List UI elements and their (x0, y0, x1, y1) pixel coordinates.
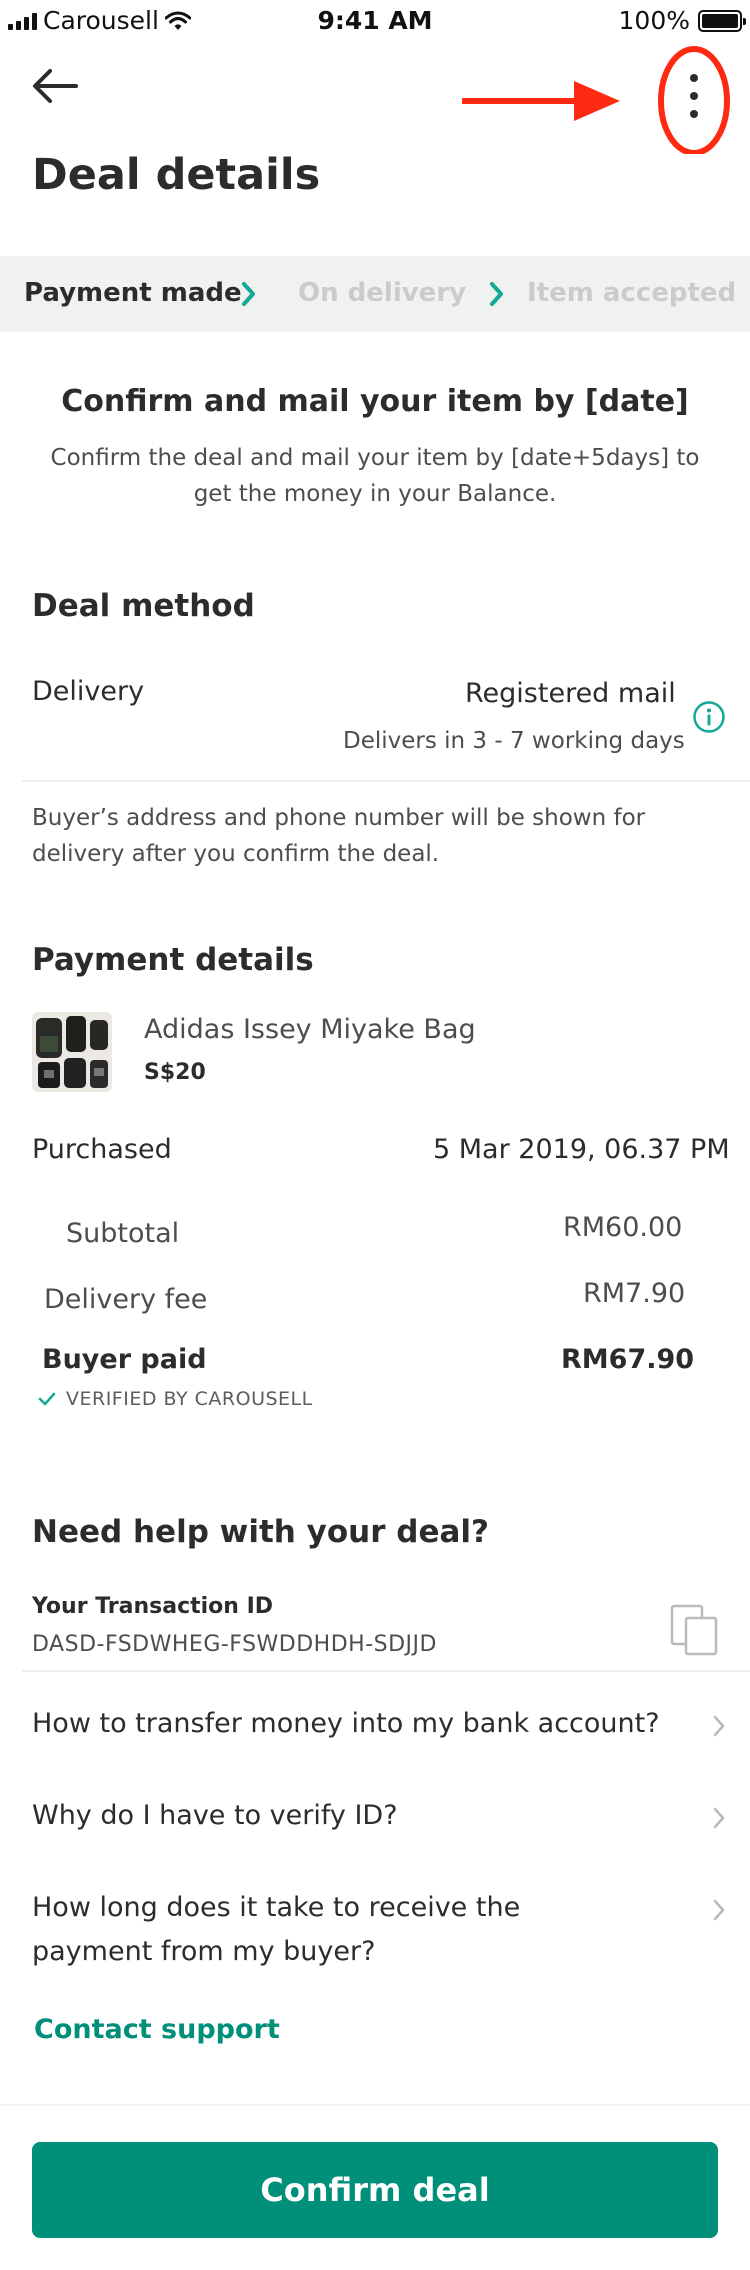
item-price: S$20 (144, 1060, 206, 1085)
subtotal-value: RM60.00 (563, 1212, 683, 1243)
step-item-accepted: Item accepted (527, 278, 737, 308)
contact-support-link[interactable]: Contact support (34, 2014, 280, 2045)
annotation-arrow (462, 81, 620, 121)
delivery-label: Delivery (32, 676, 145, 707)
delivery-method-value: Registered mail (465, 678, 676, 709)
help-title: Need help with your deal? (32, 1514, 490, 1550)
buyer-paid-label: Buyer paid (42, 1344, 207, 1375)
verified-text: VERIFIED BY CAROUSELL (66, 1388, 313, 1410)
bag-image (32, 1012, 112, 1092)
chevron-right-icon (713, 1807, 725, 1829)
divider (22, 1670, 750, 1672)
verified-badge: VERIFIED BY CAROUSELL (38, 1388, 313, 1410)
battery-percent: 100% (618, 6, 690, 35)
back-arrow-icon[interactable] (30, 66, 80, 106)
address-disclaimer: Buyer’s address and phone number will be… (32, 805, 646, 867)
faq-item-payment-time[interactable]: How long does it take to receive the pay… (32, 1886, 592, 1974)
more-options-button[interactable] (652, 44, 732, 156)
deal-method-title: Deal method (32, 588, 255, 624)
copy-icon[interactable] (670, 1604, 718, 1656)
delivery-fee-label: Delivery fee (44, 1284, 208, 1315)
purchased-label: Purchased (32, 1134, 172, 1165)
faq-item-transfer-money[interactable]: How to transfer money into my bank accou… (32, 1702, 672, 1746)
battery-icon (698, 9, 746, 32)
buyer-paid-value: RM67.90 (561, 1344, 695, 1375)
subtotal-label: Subtotal (66, 1218, 180, 1249)
confirm-deal-button[interactable]: Confirm deal (32, 2142, 718, 2238)
delivery-note: Delivers in 3 - 7 working days (343, 728, 685, 754)
step-on-delivery: On delivery (298, 278, 467, 308)
chevron-right-icon (713, 1715, 725, 1737)
divider (22, 780, 750, 782)
status-bar: Carousell 9:41 AM 100% (0, 0, 750, 44)
chevron-right-icon (242, 282, 255, 306)
delivery-fee-value: RM7.90 (583, 1278, 686, 1309)
item-thumbnail[interactable] (32, 1012, 112, 1092)
payment-details-title: Payment details (32, 942, 314, 978)
faq-item-verify-id[interactable]: Why do I have to verify ID? (32, 1794, 672, 1838)
check-icon (38, 1392, 56, 1406)
chevron-right-icon (490, 282, 503, 306)
deal-progress-steps: Payment made On delivery Item accepted (0, 256, 750, 332)
deal-headline: Confirm and mail your item by [date] (61, 384, 689, 419)
deal-subline: Confirm the deal and mail your item by [… (50, 445, 700, 507)
transaction-id-label: Your Transaction ID (32, 1594, 274, 1619)
more-vertical-icon (658, 46, 730, 156)
purchased-value: 5 Mar 2019, 06.37 PM (433, 1134, 730, 1165)
item-name[interactable]: Adidas Issey Miyake Bag (144, 1014, 476, 1045)
page-title: Deal details (32, 150, 321, 200)
transaction-id-value: DASD-FSDWHEG-FSWDDHDH-SDJJD (32, 1632, 437, 1657)
footer-divider (0, 2104, 750, 2106)
status-right: 100% (618, 6, 746, 35)
step-payment-made: Payment made (24, 278, 242, 308)
info-icon[interactable] (692, 700, 726, 734)
chevron-right-icon (713, 1899, 725, 1921)
